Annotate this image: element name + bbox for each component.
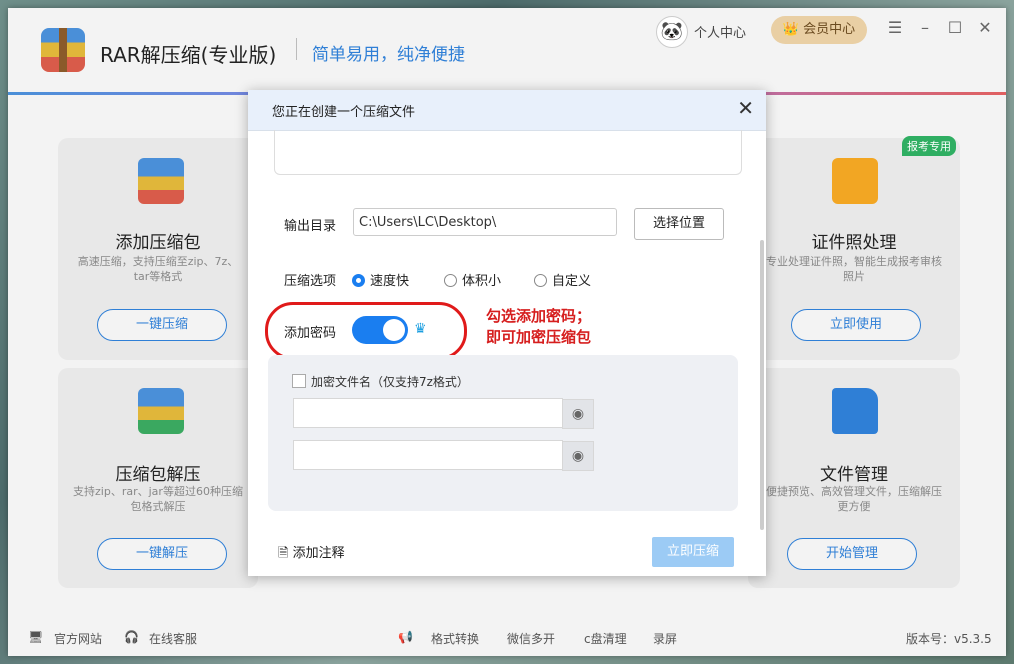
monitor-icon: 🖥 — [28, 630, 44, 644]
vip-center-label: 会员中心 — [803, 22, 856, 37]
radio-label: 体积小 — [462, 274, 502, 289]
app-slogan: 简单易用，纯净便捷 — [312, 45, 465, 65]
one-click-extract-button[interactable]: 一键解压 — [97, 538, 227, 570]
version-label: 版本号：v5.3.5 — [906, 632, 992, 646]
archive-extract-icon — [138, 388, 184, 434]
annotation-line-2: 即可加密压缩包 — [486, 328, 592, 346]
card-title: 压缩包解压 — [115, 465, 201, 485]
close-icon[interactable]: ✕ — [974, 18, 996, 37]
card-add-archive: 添加压缩包 高速压缩，支持压缩至zip、7z、tar等格式 一键压缩 — [58, 138, 258, 360]
output-path-input[interactable]: C:\Users\LC\Desktop\ — [353, 208, 617, 236]
confirm-password-input[interactable]: ◉ — [293, 440, 594, 471]
add-comment-label: 添加注释 — [292, 546, 345, 561]
card-id-photo: 报考专用 证件照处理 专业处理证件照，智能生成报考审核照片 立即使用 — [748, 136, 960, 360]
radio-dot — [444, 274, 457, 287]
radio-dot — [534, 274, 547, 287]
card-desc: 高速压缩，支持压缩至zip、7z、tar等格式 — [77, 255, 239, 283]
tool-wechat-multi[interactable]: 微信多开 — [507, 630, 555, 647]
scrollbar[interactable] — [760, 240, 764, 530]
card-extract: 压缩包解压 支持zip、rar、jar等超过60种压缩包格式解压 一键解压 — [58, 368, 258, 588]
file-list-box — [274, 130, 742, 175]
radio-custom[interactable]: 自定义 — [534, 270, 591, 289]
password-input[interactable]: ◉ — [293, 398, 594, 429]
folder-icon — [832, 388, 878, 434]
maximize-icon[interactable]: ☐ — [944, 18, 966, 37]
service-link[interactable]: 在线客服 — [149, 630, 197, 647]
card-title: 文件管理 — [820, 465, 888, 485]
tool-format-convert[interactable]: 格式转换 — [431, 630, 479, 647]
eye-hidden-icon[interactable]: ◉ — [562, 441, 594, 471]
dialog-header: 您正在创建一个压缩文件 ✕ — [248, 90, 766, 131]
start-manage-button[interactable]: 开始管理 — [787, 538, 917, 570]
headset-icon: 🎧 — [124, 630, 139, 644]
archive-add-icon — [138, 158, 184, 204]
menu-icon[interactable]: ☰ — [884, 18, 906, 37]
compress-now-button[interactable]: 立即压缩 — [652, 537, 734, 567]
card-title: 证件照处理 — [811, 233, 897, 253]
checkbox-box — [292, 374, 306, 388]
minimize-icon[interactable]: – — [914, 18, 936, 37]
create-archive-dialog: 您正在创建一个压缩文件 ✕ 输出目录 C:\Users\LC\Desktop\ … — [248, 90, 766, 576]
eye-hidden-icon[interactable]: ◉ — [562, 399, 594, 429]
crown-icon: ♛ — [414, 321, 427, 337]
id-photo-icon — [832, 158, 878, 204]
card-desc: 支持zip、rar、jar等超过60种压缩包格式解压 — [73, 485, 243, 513]
choose-location-button[interactable]: 选择位置 — [634, 208, 724, 240]
output-dir-label: 输出目录 — [284, 219, 337, 234]
annotation-text: 勾选添加密码； 即可加密压缩包 — [486, 306, 591, 348]
dialog-close-icon[interactable]: ✕ — [737, 96, 754, 120]
website-link[interactable]: 官方网站 — [54, 630, 102, 647]
use-now-button[interactable]: 立即使用 — [791, 309, 921, 341]
radio-label: 自定义 — [552, 274, 592, 289]
radio-dot — [352, 274, 365, 287]
title-separator — [296, 38, 297, 60]
avatar[interactable]: 🐼 — [656, 16, 688, 48]
status-badge: 报考专用 — [902, 136, 956, 156]
card-desc: 专业处理证件照，智能生成报考审核照片 — [766, 255, 942, 283]
password-toggle[interactable] — [352, 316, 408, 344]
compress-options-label: 压缩选项 — [284, 274, 337, 289]
app-logo-icon — [41, 28, 85, 72]
password-panel: 加密文件名（仅支持7z格式） ◉ ◉ — [268, 355, 738, 511]
checkbox-label: 加密文件名（仅支持7z格式） — [311, 375, 469, 389]
tool-screen-record[interactable]: 录屏 — [653, 630, 677, 647]
dialog-title: 您正在创建一个压缩文件 — [272, 105, 416, 120]
one-click-compress-button[interactable]: 一键压缩 — [97, 309, 227, 341]
toggle-knob — [383, 319, 405, 341]
radio-label: 速度快 — [370, 274, 410, 289]
card-desc: 便捷预览、高效管理文件，压缩解压更方便 — [766, 485, 942, 513]
footer: 🖥 官方网站 🎧 在线客服 📢 格式转换 微信多开 c盘清理 录屏 版本号：v5… — [8, 620, 1006, 656]
tool-c-drive-clean[interactable]: c盘清理 — [584, 630, 627, 647]
add-comment-link[interactable]: 🗎 添加注释 — [278, 542, 345, 566]
radio-size[interactable]: 体积小 — [444, 270, 501, 289]
card-file-manage: 文件管理 便捷预览、高效管理文件，压缩解压更方便 开始管理 — [748, 368, 960, 588]
app-title: RAR解压缩(专业版) — [100, 43, 277, 67]
personal-center-link[interactable]: 个人中心 — [694, 22, 746, 41]
vip-center-button[interactable]: 👑 会员中心 — [771, 16, 867, 44]
add-password-label: 添加密码 — [284, 326, 337, 341]
encrypt-filename-checkbox[interactable]: 加密文件名（仅支持7z格式） — [292, 373, 469, 390]
card-title: 添加压缩包 — [115, 233, 201, 253]
document-icon: 🗎 — [278, 546, 289, 561]
annotation-line-1: 勾选添加密码； — [486, 307, 592, 325]
megaphone-icon: 📢 — [398, 630, 413, 644]
title-bar: RAR解压缩(专业版) 简单易用，纯净便捷 🐼 个人中心 👑 会员中心 ☰ – … — [8, 8, 1006, 95]
radio-speed[interactable]: 速度快 — [352, 270, 409, 289]
